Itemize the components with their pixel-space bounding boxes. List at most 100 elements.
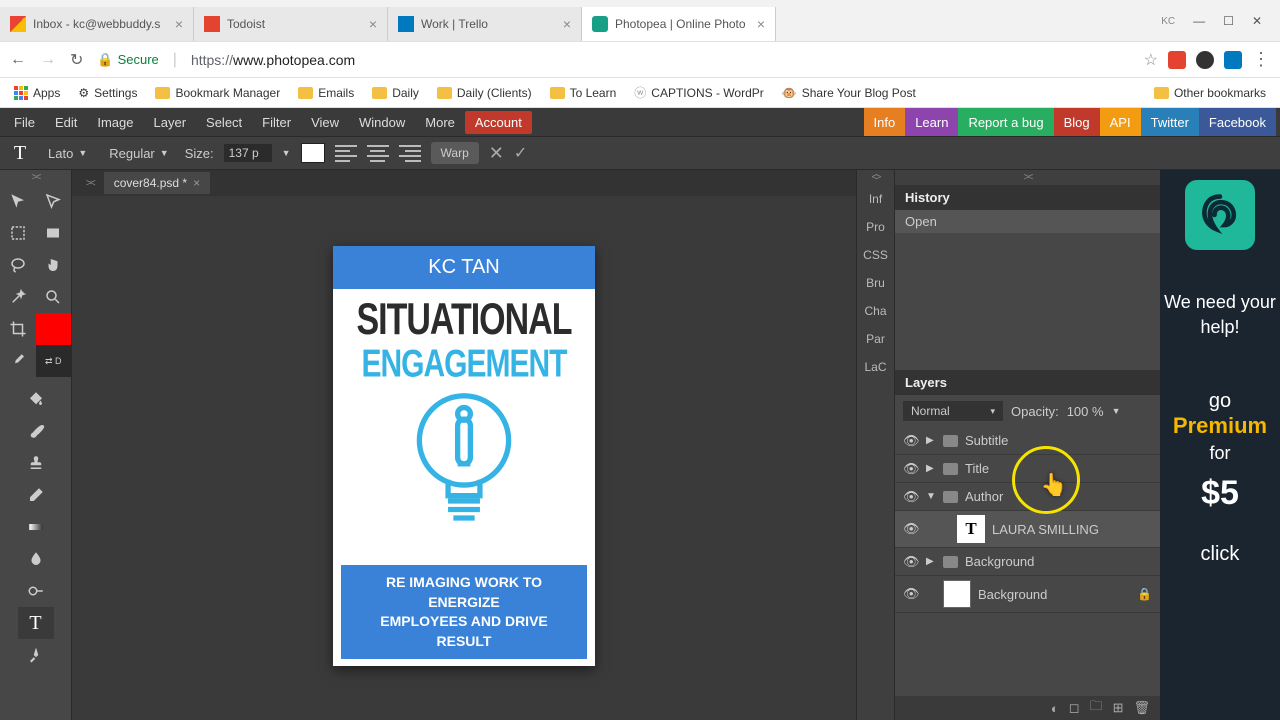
browser-tab-todoist[interactable]: Todoist × xyxy=(194,7,388,41)
half-circle-icon[interactable]: ◐ xyxy=(1051,701,1059,716)
commit-icon[interactable]: ✓ xyxy=(514,143,527,163)
bookmark-folder[interactable]: Emails xyxy=(292,83,360,103)
menu-account[interactable]: Account xyxy=(465,111,532,134)
visibility-icon[interactable]: 👁 xyxy=(903,521,919,537)
premium-ad[interactable]: We need your help! go Premium for $5 cli… xyxy=(1160,170,1280,720)
swap-colors[interactable]: ⇄ D xyxy=(36,345,72,377)
tab-par[interactable]: Par xyxy=(857,325,894,353)
link-facebook[interactable]: Facebook xyxy=(1199,108,1276,136)
tab-bru[interactable]: Bru xyxy=(857,269,894,297)
blur-tool[interactable] xyxy=(18,543,54,575)
new-layer-icon[interactable]: ⊞ xyxy=(1113,700,1124,716)
minimize-icon[interactable]: — xyxy=(1193,14,1205,28)
browser-tab-photopea[interactable]: Photopea | Online Photo × xyxy=(582,7,776,41)
url-field[interactable]: https://www.photopea.com xyxy=(191,52,355,68)
layer-folder-title[interactable]: 👁 ▶ Title xyxy=(895,455,1160,483)
tab-lac[interactable]: LaC xyxy=(857,353,894,381)
bookmark-folder[interactable]: Bookmark Manager xyxy=(149,83,286,103)
font-size-input[interactable]: 137 p xyxy=(224,144,272,162)
close-window-icon[interactable]: ✕ xyxy=(1252,14,1262,28)
menu-more[interactable]: More xyxy=(415,111,465,134)
menu-image[interactable]: Image xyxy=(87,111,143,134)
expand-icon[interactable]: ▶ xyxy=(926,463,936,474)
browser-tab-inbox[interactable]: Inbox - kc@webbuddy.s × xyxy=(0,7,194,41)
visibility-icon[interactable]: 👁 xyxy=(903,433,919,449)
link-learn[interactable]: Learn xyxy=(905,108,958,136)
secure-indicator[interactable]: 🔒 Secure xyxy=(97,52,158,68)
menu-select[interactable]: Select xyxy=(196,111,252,134)
forward-button[interactable]: → xyxy=(40,51,56,69)
warp-button[interactable]: Warp xyxy=(431,142,479,164)
apps-button[interactable]: Apps xyxy=(8,83,66,103)
visibility-icon[interactable]: 👁 xyxy=(903,554,919,570)
panel-handle[interactable]: >< xyxy=(76,178,104,189)
text-color-swatch[interactable] xyxy=(301,143,325,163)
layer-folder-subtitle[interactable]: 👁 ▶ Subtitle xyxy=(895,427,1160,455)
tab-pro[interactable]: Pro xyxy=(857,213,894,241)
chevron-down-icon[interactable]: ▼ xyxy=(1112,406,1121,416)
stamp-tool[interactable] xyxy=(18,447,54,479)
font-family-select[interactable]: Lato ▼ xyxy=(42,144,93,163)
marquee-tool[interactable] xyxy=(0,217,36,249)
close-icon[interactable]: × xyxy=(563,16,571,32)
close-icon[interactable]: × xyxy=(193,176,200,190)
bookmark-folder[interactable]: Daily (Clients) xyxy=(431,83,538,103)
rect-tool[interactable] xyxy=(36,217,72,249)
bookmark-item[interactable]: 🐵Share Your Blog Post xyxy=(776,83,922,103)
maximize-icon[interactable]: ☐ xyxy=(1223,14,1234,28)
lasso-tool[interactable] xyxy=(0,249,36,281)
menu-window[interactable]: Window xyxy=(349,111,415,134)
settings-bookmark[interactable]: ⚙Settings xyxy=(72,83,143,103)
cancel-icon[interactable]: ✕ xyxy=(489,143,504,164)
dodge-tool[interactable] xyxy=(18,575,54,607)
mask-icon[interactable]: ◻ xyxy=(1069,700,1080,716)
link-twitter[interactable]: Twitter xyxy=(1141,108,1199,136)
panel-handle[interactable]: >< xyxy=(895,170,1160,185)
layer-folder-author[interactable]: 👁 ▼ Author xyxy=(895,483,1160,511)
menu-view[interactable]: View xyxy=(301,111,349,134)
menu-file[interactable]: File xyxy=(4,111,45,134)
menu-layer[interactable]: Layer xyxy=(144,111,197,134)
blend-mode-select[interactable]: Normal ▾ xyxy=(903,401,1003,421)
bookmark-folder[interactable]: To Learn xyxy=(544,83,623,103)
link-report-bug[interactable]: Report a bug xyxy=(958,108,1053,136)
menu-icon[interactable]: ⋮ xyxy=(1252,49,1270,70)
history-panel-header[interactable]: History xyxy=(895,185,1160,210)
align-right-button[interactable] xyxy=(399,142,421,164)
eyedropper-tool[interactable] xyxy=(0,345,36,377)
bookmark-folder[interactable]: Daily xyxy=(366,83,425,103)
crop-tool[interactable] xyxy=(0,313,36,345)
lock-icon[interactable]: 🔒 xyxy=(1137,587,1152,601)
gradient-tool[interactable] xyxy=(18,511,54,543)
eraser-tool[interactable] xyxy=(18,479,54,511)
visibility-icon[interactable]: 👁 xyxy=(903,586,919,602)
pen-tool[interactable] xyxy=(18,639,54,671)
extension-icon[interactable] xyxy=(1196,51,1214,69)
wand-tool[interactable] xyxy=(0,281,36,313)
collapse-icon[interactable]: ▼ xyxy=(926,491,936,502)
layer-folder-background[interactable]: 👁 ▶ Background xyxy=(895,548,1160,576)
foreground-red[interactable] xyxy=(36,313,72,345)
layer-background[interactable]: 👁 Background 🔒 xyxy=(895,576,1160,613)
align-left-button[interactable] xyxy=(335,142,357,164)
close-icon[interactable]: × xyxy=(369,16,377,32)
trash-icon[interactable]: 🗑 xyxy=(1133,700,1150,716)
zoom-tool[interactable] xyxy=(36,281,72,313)
star-icon[interactable]: ☆ xyxy=(1144,50,1158,70)
align-center-button[interactable] xyxy=(367,142,389,164)
link-info[interactable]: Info xyxy=(864,108,906,136)
select-tool[interactable] xyxy=(36,185,72,217)
hand-tool[interactable] xyxy=(36,249,72,281)
link-api[interactable]: API xyxy=(1100,108,1141,136)
bookmark-item[interactable]: ⓦCAPTIONS - WordPr xyxy=(628,81,769,104)
expand-icon[interactable]: ▶ xyxy=(926,435,936,446)
menu-filter[interactable]: Filter xyxy=(252,111,301,134)
close-icon[interactable]: × xyxy=(757,16,765,32)
layers-panel-header[interactable]: Layers xyxy=(895,370,1160,395)
expand-icon[interactable]: ▶ xyxy=(926,556,936,567)
chevron-down-icon[interactable]: ▼ xyxy=(282,148,291,158)
reload-button[interactable]: ↻ xyxy=(70,50,83,70)
move-tool[interactable] xyxy=(0,185,36,217)
brush-tool[interactable] xyxy=(18,415,54,447)
document-tab[interactable]: cover84.psd * × xyxy=(104,172,210,194)
